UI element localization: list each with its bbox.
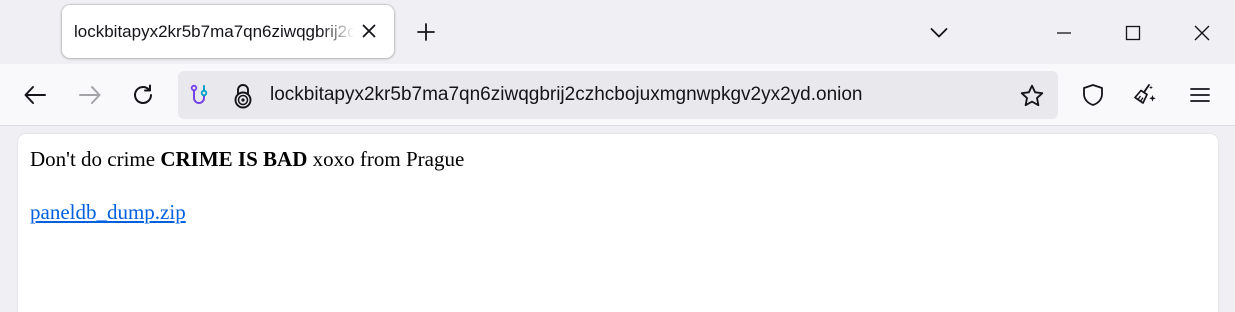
window-close-icon[interactable] (1185, 16, 1219, 50)
tab-list-chevron-down-icon[interactable] (926, 20, 952, 46)
hamburger-menu-icon[interactable] (1184, 79, 1216, 111)
url-bar[interactable]: lockbitapyx2kr5b7ma7qn6ziwqgbrij2czhcboj… (178, 71, 1058, 119)
maximize-icon[interactable] (1116, 16, 1150, 50)
message-text-start: Don't do crime (30, 147, 161, 171)
onion-circuit-icon[interactable] (187, 83, 213, 109)
forward-arrow-icon[interactable] (74, 79, 106, 111)
url-text[interactable]: lockbitapyx2kr5b7ma7qn6ziwqgbrij2czhcboj… (270, 84, 863, 106)
new-tab-plus-icon[interactable] (412, 18, 440, 46)
onion-lock-icon[interactable] (230, 83, 256, 109)
message-text-end: xoxo from Prague (307, 147, 465, 171)
page-message: Don't do crime CRIME IS BAD xoxo from Pr… (30, 147, 464, 172)
back-arrow-icon[interactable] (19, 79, 51, 111)
message-bold-text: CRIME IS BAD (160, 147, 308, 171)
minimize-icon[interactable] (1047, 16, 1081, 50)
reload-icon[interactable] (127, 79, 159, 111)
download-link[interactable]: paneldb_dump.zip (30, 200, 186, 225)
page-content: Don't do crime CRIME IS BAD xoxo from Pr… (18, 134, 1218, 312)
navigation-toolbar: lockbitapyx2kr5b7ma7qn6ziwqgbrij2czhcboj… (0, 64, 1235, 126)
tab-title: lockbitapyx2kr5b7ma7qn6ziwqgbrij2czhcboj… (74, 22, 354, 41)
tab-close-icon[interactable] (358, 20, 380, 42)
new-identity-broom-icon[interactable] (1129, 79, 1161, 111)
bookmark-star-icon[interactable] (1018, 82, 1046, 110)
tab-active[interactable]: lockbitapyx2kr5b7ma7qn6ziwqgbrij2czhcboj… (62, 5, 394, 58)
shield-icon[interactable] (1077, 79, 1109, 111)
tab-strip: lockbitapyx2kr5b7ma7qn6ziwqgbrij2czhcboj… (0, 0, 1235, 64)
